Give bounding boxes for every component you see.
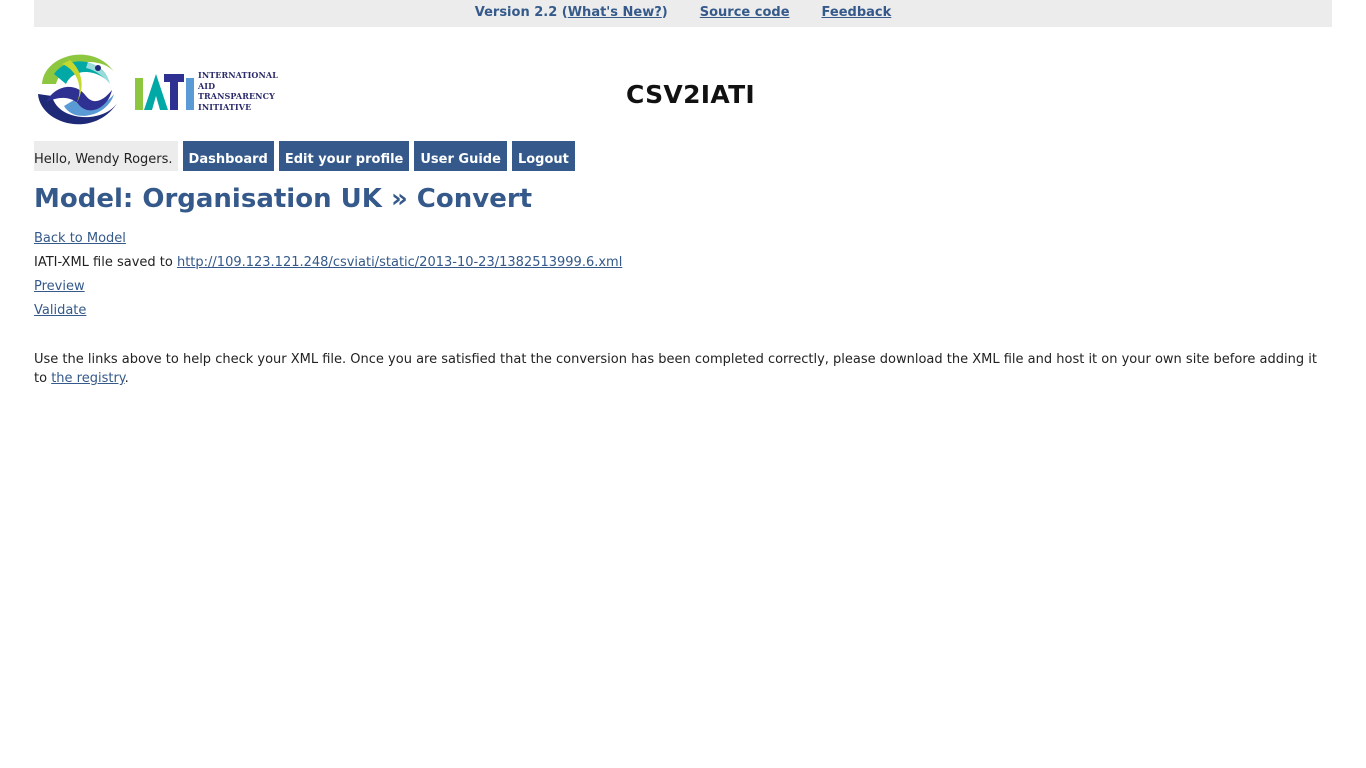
logo-line-1: INTERNATIONAL [198, 70, 278, 80]
page-title: Model: Organisation UK » Convert [34, 184, 533, 214]
nav-logout-button[interactable]: Logout [511, 141, 575, 171]
iati-logo-text: INTERNATIONAL AID TRANSPARENCY INITIATIV… [198, 70, 278, 112]
main-nav: Hello, Wendy Rogers. Dashboard Edit your… [34, 141, 575, 171]
result-links: Back to Model IATI-XML file saved to htt… [34, 230, 622, 326]
registry-link[interactable]: the registry [51, 371, 124, 386]
version-close: ) [661, 5, 668, 20]
nav-edit-profile-button[interactable]: Edit your profile [278, 141, 410, 171]
logo-line-3: TRANSPARENCY [198, 91, 275, 101]
logo-line-4: INITIATIVE [198, 101, 252, 112]
app-title: CSV2IATI [626, 80, 756, 109]
saved-prefix: IATI-XML file saved to [34, 255, 177, 270]
instructions-text: Use the links above to help check your X… [34, 352, 1317, 386]
feedback-link[interactable]: Feedback [822, 5, 892, 20]
iati-logo: INTERNATIONAL AID TRANSPARENCY INITIATIV… [34, 44, 278, 134]
whats-new-link[interactable]: What's New? [568, 5, 662, 20]
saved-file-link[interactable]: http://109.123.121.248/csviati/static/20… [177, 255, 622, 270]
source-code-link[interactable]: Source code [700, 5, 790, 20]
validate-link[interactable]: Validate [34, 303, 86, 318]
version-text: Version 2.2 ( [474, 5, 568, 20]
nav-dashboard-button[interactable]: Dashboard [182, 141, 274, 171]
instructions-end: . [124, 371, 129, 386]
nav-user-guide-button[interactable]: User Guide [414, 141, 507, 171]
logo-line-2: AID [198, 80, 216, 91]
back-to-model-link[interactable]: Back to Model [34, 231, 126, 246]
greeting: Hello, Wendy Rogers. [34, 141, 178, 171]
preview-link[interactable]: Preview [34, 279, 85, 294]
version-bar: Version 2.2 (What's New?) Source code Feed… [34, 0, 1332, 27]
instructions-paragraph: Use the links above to help check your X… [34, 350, 1324, 388]
